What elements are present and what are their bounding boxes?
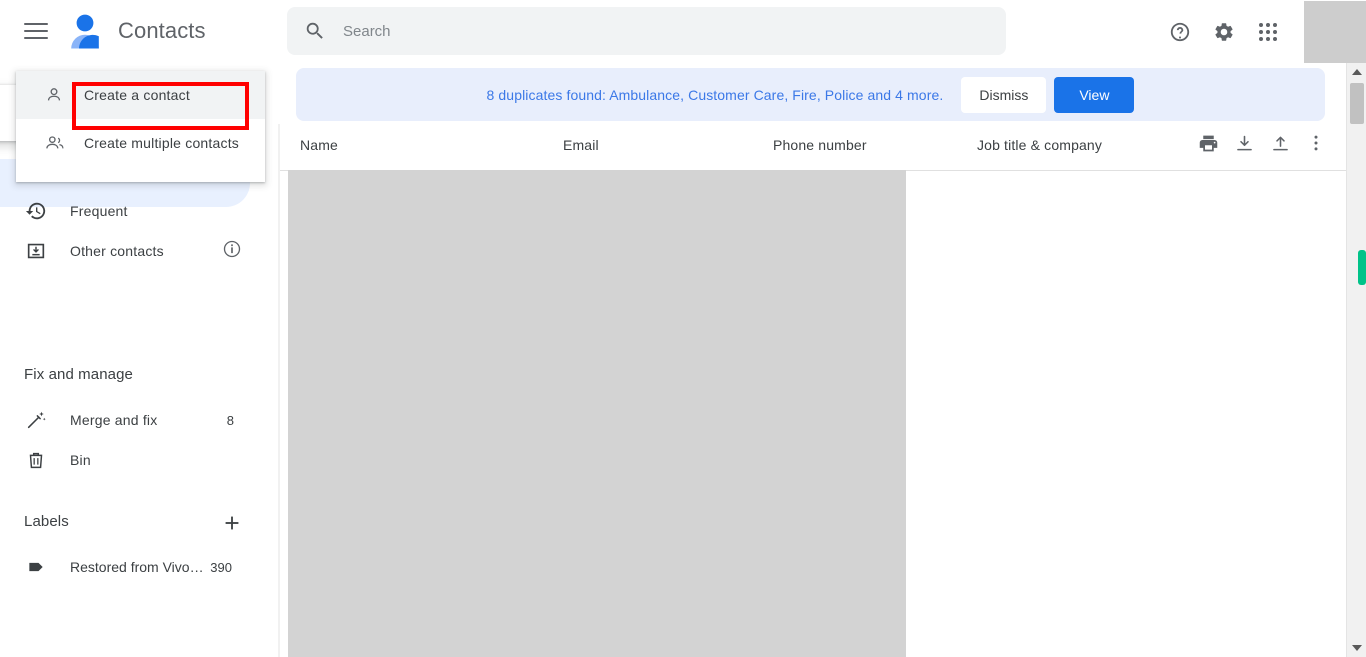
label-tag-icon (24, 555, 48, 579)
sidebar-item-label: Other contacts (70, 243, 164, 259)
apps-dot (1273, 22, 1277, 27)
section-heading-labels: Labels (24, 513, 69, 530)
vertical-scrollbar[interactable] (1346, 63, 1366, 657)
scroll-up-arrow-icon[interactable] (1347, 63, 1366, 81)
archive-box-icon (24, 239, 48, 263)
sidebar-item-other-contacts[interactable]: Other contacts (0, 231, 264, 271)
hamburger-line (24, 23, 48, 25)
column-header-name[interactable]: Name (300, 137, 338, 153)
search-icon (287, 7, 343, 55)
help-icon[interactable] (1158, 10, 1202, 54)
person-add-icon (42, 83, 66, 107)
avatar[interactable] (1304, 0, 1366, 63)
table-column-header: Name Email Phone number Job title & comp… (280, 123, 1346, 170)
table-tools (1196, 131, 1328, 155)
plus-icon[interactable] (220, 511, 244, 535)
menu-item-label: Create a contact (84, 87, 190, 103)
apps-dot (1259, 36, 1263, 41)
apps-dot (1266, 36, 1270, 41)
trash-bin-icon (24, 448, 48, 472)
dismiss-button[interactable]: Dismiss (961, 76, 1047, 113)
apps-grid-icon[interactable] (1246, 10, 1290, 54)
topbar-actions (1158, 0, 1366, 63)
sidebar-scroll-edge (278, 124, 280, 657)
sidebar-item-label: Restored from Vivo… (70, 559, 204, 575)
main-content: 8 duplicates found: Ambulance, Customer … (280, 63, 1346, 657)
hamburger-line (24, 37, 48, 39)
menu-item-label: Create multiple contacts (84, 135, 239, 151)
sidebar-item-merge-and-fix[interactable]: Merge and fix 8 (0, 400, 264, 440)
column-header-phone-number[interactable]: Phone number (773, 137, 867, 153)
scrollbar-position-marker (1358, 250, 1366, 285)
search-bar[interactable] (287, 7, 1006, 55)
apps-dot (1259, 29, 1263, 34)
gear-icon[interactable] (1202, 10, 1246, 54)
scrollbar-thumb[interactable] (1350, 83, 1364, 124)
sidebar-item-count: 8 (226, 412, 234, 428)
apps-dot (1273, 36, 1277, 41)
more-vertical-icon[interactable] (1304, 131, 1328, 155)
duplicates-banner-message: 8 duplicates found: Ambulance, Customer … (486, 86, 944, 103)
apps-dot (1266, 29, 1270, 34)
history-clock-icon (24, 199, 48, 223)
hamburger-menu-icon[interactable] (22, 20, 50, 42)
scroll-up-triangle (1352, 69, 1362, 75)
scroll-down-arrow-icon[interactable] (1347, 639, 1366, 657)
apps-dot (1259, 22, 1263, 27)
column-header-email[interactable]: Email (563, 137, 599, 153)
menu-item-create-a-contact[interactable]: Create a contact (16, 71, 265, 119)
apps-dot (1273, 29, 1277, 34)
contacts-list-placeholder (288, 170, 906, 657)
magic-wand-icon (24, 408, 48, 432)
sidebar-item-label: Merge and fix (70, 412, 158, 428)
scroll-down-triangle (1352, 645, 1362, 651)
hamburger-line (24, 30, 48, 32)
sidebar-item-label-restored-from-vivo[interactable]: Restored from Vivo… 390 (0, 547, 264, 587)
sidebar-item-frequent[interactable]: Frequent (0, 191, 264, 231)
duplicates-banner: 8 duplicates found: Ambulance, Customer … (296, 68, 1325, 121)
sidebar-item-bin[interactable]: Bin (0, 440, 264, 480)
view-button[interactable]: View (1054, 76, 1135, 113)
create-contact-menu: Create a contact Create multiple contact… (16, 71, 265, 182)
menu-item-create-multiple-contacts[interactable]: Create multiple contacts (16, 119, 265, 167)
page-title: Contacts (118, 18, 206, 43)
sidebar-item-label: Bin (70, 452, 91, 468)
info-icon[interactable] (222, 239, 242, 264)
top-app-bar: Contacts (0, 0, 1366, 63)
group-add-icon (42, 131, 66, 155)
column-header-job-title-company[interactable]: Job title & company (977, 137, 1102, 153)
contacts-person-logo-icon (68, 12, 102, 50)
print-icon[interactable] (1196, 131, 1220, 155)
sidebar-item-label: Frequent (70, 203, 128, 219)
download-icon[interactable] (1232, 131, 1256, 155)
search-input[interactable] (343, 8, 983, 54)
apps-dot (1266, 22, 1270, 27)
sidebar-item-count: 390 (210, 559, 232, 575)
brand[interactable]: Contacts (68, 12, 206, 50)
section-heading-fix-and-manage: Fix and manage (24, 366, 133, 383)
upload-icon[interactable] (1268, 131, 1292, 155)
